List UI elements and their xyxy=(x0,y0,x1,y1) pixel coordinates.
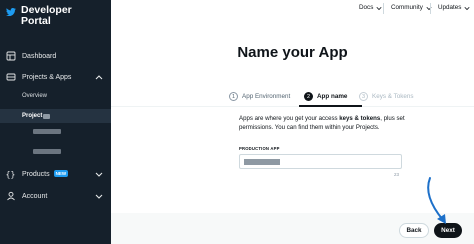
next-button[interactable]: Next xyxy=(434,223,462,238)
back-button[interactable]: Back xyxy=(399,223,429,238)
dashboard-icon xyxy=(5,51,16,62)
docs-label: Docs xyxy=(359,4,374,11)
description-text: Apps are where you get your access xyxy=(239,115,340,122)
sidebar-item-label: Account xyxy=(22,192,48,200)
sidebar-item-projects-apps[interactable]: Projects & Apps xyxy=(0,68,111,86)
app-description: Apps are where you get your access keys … xyxy=(239,115,429,132)
chevron-up-icon xyxy=(95,75,103,80)
top-navigation-bar: Docs Community Updates xyxy=(111,0,474,17)
sidebar-item-products[interactable]: {} Products NEW xyxy=(0,165,111,183)
active-step-indicator xyxy=(299,105,362,107)
step-app-environment[interactable]: 1 App Environment xyxy=(229,92,290,101)
sidebar-item-overview[interactable]: Overview xyxy=(22,93,47,99)
step-number: 2 xyxy=(304,92,313,101)
community-label: Community xyxy=(391,4,423,11)
step-number: 3 xyxy=(359,92,368,101)
character-counter: 23 xyxy=(394,172,400,177)
sidebar: Developer Portal Dashboard Projects & Ap… xyxy=(0,0,111,244)
description-bold-text: keys & tokens xyxy=(339,115,381,122)
code-braces-icon: {} xyxy=(5,169,16,179)
chevron-down-icon xyxy=(376,6,382,10)
step-label: Keys & Tokens xyxy=(372,93,414,100)
redacted-app-item[interactable] xyxy=(33,129,61,134)
brand[interactable]: Developer Portal xyxy=(6,5,72,27)
bird-logo-icon xyxy=(6,7,16,17)
stepper-track xyxy=(111,106,474,107)
sidebar-item-dashboard[interactable]: Dashboard xyxy=(0,47,111,65)
updates-menu[interactable]: Updates xyxy=(438,4,471,11)
sidebar-item-project-label: Project xyxy=(22,113,43,119)
sidebar-item-project[interactable] xyxy=(0,109,111,123)
create-app-card: Name your App 1 App Environment 2 App na… xyxy=(111,17,474,213)
chevron-down-icon xyxy=(95,172,103,177)
divider xyxy=(383,3,384,14)
sidebar-item-label: Projects & Apps xyxy=(22,73,72,81)
docs-menu[interactable]: Docs xyxy=(359,4,382,11)
step-label: App Environment xyxy=(242,93,291,100)
step-keys-tokens: 3 Keys & Tokens xyxy=(359,92,414,101)
updates-label: Updates xyxy=(438,4,462,11)
chevron-down-icon xyxy=(464,6,471,10)
sidebar-item-label: Products xyxy=(22,171,50,178)
new-badge: NEW xyxy=(53,170,69,177)
chevron-down-icon xyxy=(95,194,103,199)
projects-icon xyxy=(5,72,16,83)
step-label: App name xyxy=(317,93,348,100)
divider xyxy=(430,3,431,14)
step-number: 1 xyxy=(229,92,238,101)
page-title: Name your App xyxy=(237,44,348,61)
app-name-input[interactable] xyxy=(239,154,402,169)
sidebar-item-account[interactable]: Account xyxy=(0,187,111,205)
redacted-app-name-value xyxy=(244,159,280,165)
field-label: PRODUCTION APP xyxy=(239,146,280,151)
redacted-app-item[interactable] xyxy=(33,149,61,154)
community-menu[interactable]: Community xyxy=(391,4,432,11)
redacted-project-name xyxy=(43,114,50,119)
user-icon xyxy=(5,191,16,202)
step-app-name[interactable]: 2 App name xyxy=(304,92,347,101)
sidebar-item-label: Dashboard xyxy=(22,52,57,60)
brand-title-line2: Portal xyxy=(21,15,51,27)
